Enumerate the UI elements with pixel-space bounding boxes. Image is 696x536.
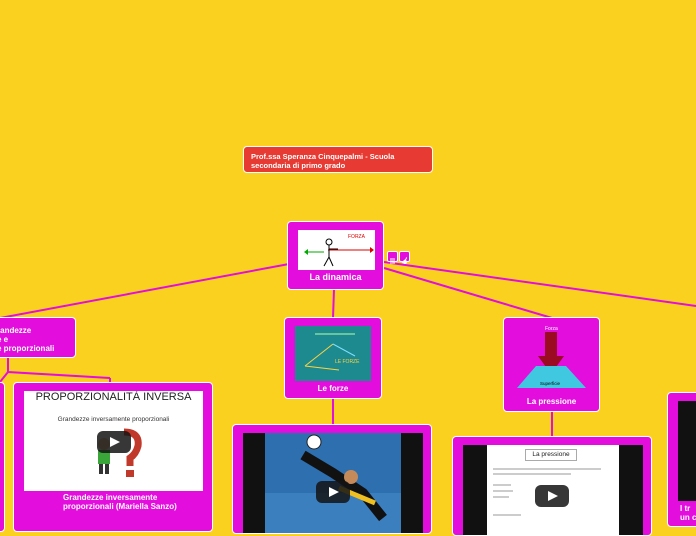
dinamica-image: FORZA	[298, 230, 375, 270]
pressione-surface-text: Superficie	[540, 381, 561, 386]
central-node-label: La dinamica	[309, 272, 362, 282]
forze-video-play-button[interactable]	[316, 481, 350, 503]
node-forze-video[interactable]	[232, 424, 432, 534]
node-grandezze-proporzionali[interactable]: randezze e e e proporzionali	[0, 317, 76, 358]
node-pressione-video[interactable]: La pressione	[452, 436, 652, 536]
proporzionalita-play-button[interactable]	[97, 431, 131, 453]
force-label: FORZA	[348, 234, 366, 240]
node-proporzionalita-inversa[interactable]: PROPORZIONALITÀ INVERSA Grandezze invers…	[13, 382, 213, 532]
grandezze-label-line2: e e	[0, 335, 9, 344]
link-central-right	[383, 261, 696, 307]
attachment-icon[interactable]	[399, 251, 410, 264]
pressione-label: La pressione	[526, 397, 577, 406]
forze-diagram-illustration: LE FORZE	[304, 333, 360, 371]
proporzionalita-image-subtitle: Grandezze inversamente proporzionali	[57, 416, 170, 423]
node-le-forze[interactable]: LE FORZE Le forze	[284, 317, 382, 399]
node-right-partial[interactable]: I tr un c	[667, 392, 696, 527]
notes-icon[interactable]	[387, 251, 398, 264]
right-node-label-line1: I tr	[680, 504, 691, 513]
proporzionalita-image-title: PROPORZIONALITÀ INVERSA	[35, 391, 192, 403]
link-central-forze	[332, 288, 335, 319]
grandezze-label-line1: randezze	[0, 326, 32, 335]
stick-figure-pushing-illustration: FORZA	[304, 234, 374, 267]
right-node-thumbnail	[678, 401, 696, 501]
pressione-image: Forza Superficie	[514, 324, 589, 392]
proporzionalita-image: PROPORZIONALITÀ INVERSA Grandezze invers…	[24, 391, 203, 491]
pressione-arrow-illustration: Forza Superficie	[517, 326, 586, 388]
proporzionalita-label: Grandezze inversamente proporzionali (Ma…	[63, 493, 177, 511]
pressione-video-play-button[interactable]	[535, 485, 569, 507]
grandezze-label-line3: e proporzionali	[0, 344, 55, 353]
link-grandezze-children	[0, 357, 111, 383]
pressione-video-thumbnail: La pressione	[463, 445, 643, 535]
central-node-la-dinamica[interactable]: FORZA La dinamica	[287, 221, 384, 290]
author-title-node[interactable]: Prof.ssa Speranza Cinquepalmi - Scuola s…	[243, 146, 433, 173]
forze-image: LE FORZE	[295, 326, 371, 381]
node-la-pressione[interactable]: Forza Superficie La pressione	[503, 317, 600, 412]
right-node-label-line2: un c	[680, 513, 696, 522]
forze-video-thumbnail	[243, 433, 423, 533]
pressione-force-text: Forza	[545, 326, 558, 332]
link-central-grandezze	[0, 263, 290, 319]
pressione-document-title: La pressione	[525, 449, 577, 461]
forze-image-text: LE FORZE	[335, 359, 360, 365]
forze-label: Le forze	[317, 384, 349, 393]
author-title-text: Prof.ssa Speranza Cinquepalmi - Scuola s…	[251, 152, 395, 170]
node-left-edge-partial[interactable]	[0, 382, 5, 532]
link-central-pressione	[383, 267, 553, 319]
